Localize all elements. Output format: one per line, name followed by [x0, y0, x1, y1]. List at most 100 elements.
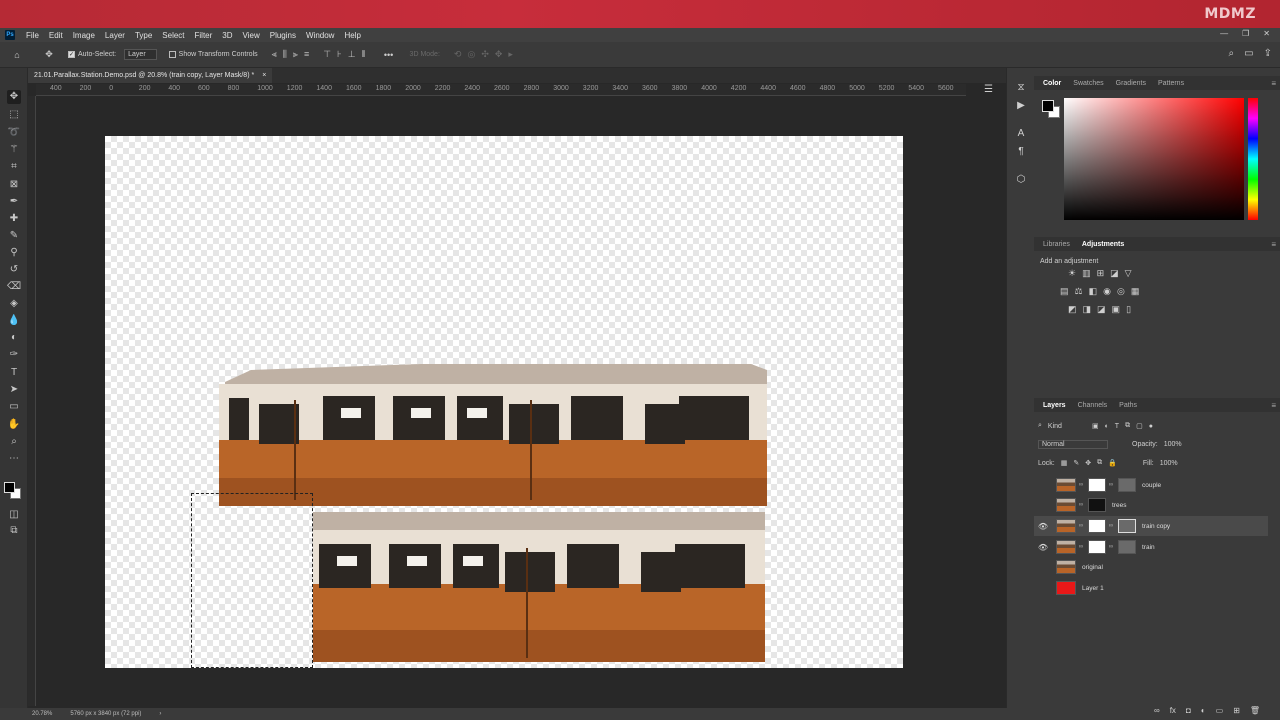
link-icon[interactable]: ∞: [1078, 502, 1084, 508]
foreground-color-swatch[interactable]: [4, 482, 15, 493]
menu-view[interactable]: View: [238, 31, 265, 40]
tab-patterns[interactable]: Patterns: [1153, 80, 1189, 87]
menu-help[interactable]: Help: [339, 31, 365, 40]
tab-layers[interactable]: Layers: [1038, 402, 1071, 409]
canvas-area[interactable]: [36, 96, 966, 706]
invert-icon[interactable]: ◩: [1068, 304, 1077, 315]
distribute-icon[interactable]: ⦀: [362, 49, 366, 60]
panel-menu-icon[interactable]: ≡: [1271, 79, 1276, 88]
eyedropper-icon[interactable]: ✒: [7, 195, 21, 209]
hand-tool-icon[interactable]: ✋: [7, 418, 21, 432]
menu-3d[interactable]: 3D: [217, 31, 237, 40]
filter-adjustment-icon[interactable]: ◐: [1105, 423, 1109, 430]
zoom-tool-icon[interactable]: ⌕: [7, 435, 21, 449]
link-layers-icon[interactable]: ∞: [1154, 706, 1160, 715]
black-white-icon[interactable]: ◧: [1089, 286, 1098, 297]
menu-window[interactable]: Window: [301, 31, 339, 40]
3d-pan-icon[interactable]: ✣: [481, 49, 489, 60]
align-left-icon[interactable]: ⫷: [272, 49, 277, 60]
menu-image[interactable]: Image: [68, 31, 100, 40]
3d-orbit-icon[interactable]: ⟲: [454, 49, 462, 60]
curves-icon[interactable]: ⊞: [1097, 268, 1105, 279]
blur-tool-icon[interactable]: 💧: [7, 314, 21, 328]
eraser-icon[interactable]: ⌫: [7, 280, 21, 294]
screen-mode-icon[interactable]: ⧉: [7, 524, 21, 538]
layer-name[interactable]: original: [1082, 564, 1103, 571]
move-tool-preset-icon[interactable]: ✥: [42, 48, 56, 62]
tab-swatches[interactable]: Swatches: [1068, 80, 1108, 87]
frame-tool-icon[interactable]: ⊠: [7, 178, 21, 192]
horizontal-ruler[interactable]: 400 200 0 200 400 600 800 1000 1200 1400 1600 1800 2…: [36, 84, 966, 96]
kind-filter-dropdown[interactable]: Kind: [1048, 423, 1062, 430]
brush-tool-icon[interactable]: ✎: [7, 229, 21, 243]
3d-slide-icon[interactable]: ✥: [495, 49, 503, 60]
tab-channels[interactable]: Channels: [1073, 402, 1113, 409]
gradient-map-icon[interactable]: ▯: [1126, 304, 1131, 315]
opacity-value[interactable]: 100%: [1164, 441, 1182, 448]
delete-layer-icon[interactable]: 🗑: [1250, 706, 1260, 715]
menu-type[interactable]: Type: [130, 31, 157, 40]
menu-edit[interactable]: Edit: [44, 31, 68, 40]
spot-heal-icon[interactable]: ✚: [7, 212, 21, 226]
lock-artboard-icon[interactable]: ⧉: [1097, 459, 1102, 467]
3d-roll-icon[interactable]: ◎: [467, 49, 475, 60]
exposure-icon[interactable]: ◪: [1110, 268, 1119, 279]
move-tool-icon[interactable]: ✥: [7, 90, 21, 104]
actions-panel-icon[interactable]: ▶: [1014, 100, 1028, 114]
lock-transparent-icon[interactable]: ▦: [1061, 459, 1068, 467]
menu-layer[interactable]: Layer: [100, 31, 130, 40]
more-options-icon[interactable]: •••: [382, 48, 396, 62]
more-tools-icon[interactable]: ⋯: [7, 452, 21, 466]
lasso-tool-icon[interactable]: ➰: [7, 126, 21, 140]
layer-row-layer-1[interactable]: Layer 1: [1034, 578, 1268, 598]
new-layer-icon[interactable]: ⊞: [1233, 706, 1240, 715]
threshold-icon[interactable]: ◪: [1097, 304, 1106, 315]
layer-style-icon[interactable]: fx: [1170, 706, 1176, 715]
marquee-tool-icon[interactable]: ⬚: [7, 108, 21, 122]
pen-tool-icon[interactable]: ✑: [7, 348, 21, 362]
filter-type-icon[interactable]: T: [1115, 423, 1119, 430]
link-icon[interactable]: ∞: [1108, 544, 1114, 550]
layer-name[interactable]: Layer 1: [1082, 585, 1104, 592]
selective-color-icon[interactable]: ▣: [1112, 304, 1121, 315]
align-distribute-icon[interactable]: ≡: [304, 49, 309, 60]
hue-slider[interactable]: [1248, 98, 1258, 220]
layer-row-train-copy[interactable]: 👁 ∞ ∞ train copy: [1034, 516, 1268, 536]
filter-pixel-icon[interactable]: ▣: [1092, 422, 1099, 430]
restore-icon[interactable]: ❐: [1242, 29, 1249, 38]
align-right-icon[interactable]: ⫸: [293, 49, 298, 60]
layer-mask-thumbnail[interactable]: [1118, 519, 1136, 533]
tab-gradients[interactable]: Gradients: [1111, 80, 1151, 87]
zoom-readout[interactable]: 20.78%: [32, 711, 52, 717]
panel-menu-icon[interactable]: ≡: [1271, 401, 1276, 410]
panel-menu-icon[interactable]: ≡: [1271, 240, 1276, 249]
align-top-icon[interactable]: ⊤: [323, 49, 331, 60]
link-icon[interactable]: ∞: [1078, 482, 1084, 488]
link-icon[interactable]: ∞: [1108, 482, 1114, 488]
show-transform-controls-checkbox[interactable]: Show Transform Controls: [168, 51, 258, 58]
vertical-ruler[interactable]: [28, 96, 36, 706]
align-vcenter-icon[interactable]: ⊦: [337, 49, 342, 60]
document-tab[interactable]: 21.01.Parallax.Station.Demo.psd @ 20.8% …: [28, 68, 273, 83]
eye-icon[interactable]: 👁: [1034, 522, 1052, 531]
tab-color[interactable]: Color: [1038, 80, 1066, 87]
link-icon[interactable]: ∞: [1078, 523, 1084, 529]
menu-select[interactable]: Select: [157, 31, 189, 40]
workspace-icon[interactable]: ▭: [1244, 48, 1253, 59]
channel-mixer-icon[interactable]: ◎: [1117, 286, 1125, 297]
layer-row-trees[interactable]: ∞ trees: [1034, 495, 1268, 515]
crop-tool-icon[interactable]: ⌗: [7, 160, 21, 174]
eye-icon[interactable]: 👁: [1034, 543, 1052, 552]
path-select-icon[interactable]: ➤: [7, 383, 21, 397]
layer-name[interactable]: trees: [1112, 502, 1126, 509]
layer-mask-thumbnail[interactable]: [1088, 540, 1106, 554]
document-canvas[interactable]: [105, 136, 903, 668]
layer-row-original[interactable]: original: [1034, 557, 1268, 577]
marquee-selection[interactable]: [191, 493, 313, 668]
lock-image-icon[interactable]: ✎: [1073, 459, 1079, 467]
menu-filter[interactable]: Filter: [190, 31, 218, 40]
3d-panel-icon[interactable]: ⬡: [1014, 174, 1028, 188]
layer-row-train[interactable]: 👁 ∞ ∞ train: [1034, 537, 1268, 557]
link-icon[interactable]: ∞: [1108, 523, 1114, 529]
auto-select-checkbox[interactable]: ✓ Auto-Select:: [68, 51, 116, 58]
